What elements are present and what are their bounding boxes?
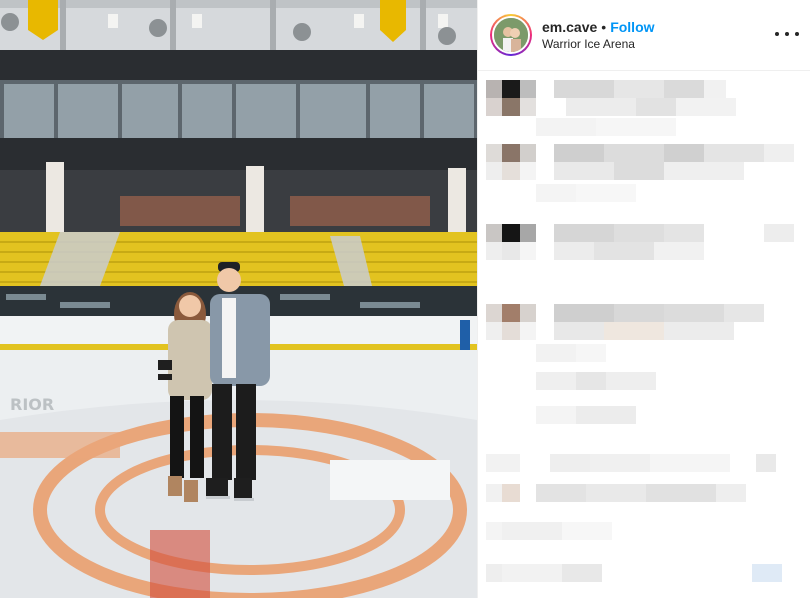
- post-photo[interactable]: RIOR: [0, 0, 477, 598]
- profile-photo-icon: [494, 18, 528, 52]
- pixelated-comment: [536, 184, 636, 202]
- post-sidebar: em.cave • Follow Warrior Ice Arena: [477, 0, 810, 598]
- post-user-line: em.cave • Follow: [542, 19, 655, 35]
- more-dot: [795, 32, 799, 36]
- follow-button[interactable]: Follow: [610, 19, 654, 35]
- avatar-image: [492, 16, 530, 54]
- pixelated-comment: [486, 522, 612, 540]
- pixelated-comment: [486, 98, 736, 116]
- pixelated-comment: [486, 242, 704, 260]
- pixelated-comment: [536, 118, 676, 136]
- username-link[interactable]: em.cave: [542, 19, 597, 35]
- avatar[interactable]: [490, 14, 532, 56]
- pixelated-comment: [486, 162, 744, 180]
- pixelated-comment: [486, 484, 746, 502]
- pixelated-comment: [486, 454, 776, 472]
- comments-section: [478, 72, 810, 598]
- pixelated-comment: [486, 564, 782, 582]
- pixelated-comment: [486, 224, 794, 242]
- post-header: em.cave • Follow Warrior Ice Arena: [478, 0, 810, 71]
- pixelated-comment: [486, 322, 734, 340]
- pixelated-comment: [486, 80, 726, 98]
- more-dot: [775, 32, 779, 36]
- separator-dot: •: [601, 19, 607, 35]
- pixelated-comment: [536, 344, 606, 362]
- more-dot: [785, 32, 789, 36]
- pixelated-comment: [486, 144, 794, 162]
- svg-text:RIOR: RIOR: [10, 395, 54, 414]
- ice-rink-photo-icon: RIOR: [0, 0, 477, 598]
- pixelated-comment: [536, 406, 636, 424]
- location-link[interactable]: Warrior Ice Arena: [542, 37, 635, 51]
- more-options-icon[interactable]: [775, 24, 799, 44]
- pixelated-comment: [536, 372, 656, 390]
- pixelated-comment: [486, 304, 764, 322]
